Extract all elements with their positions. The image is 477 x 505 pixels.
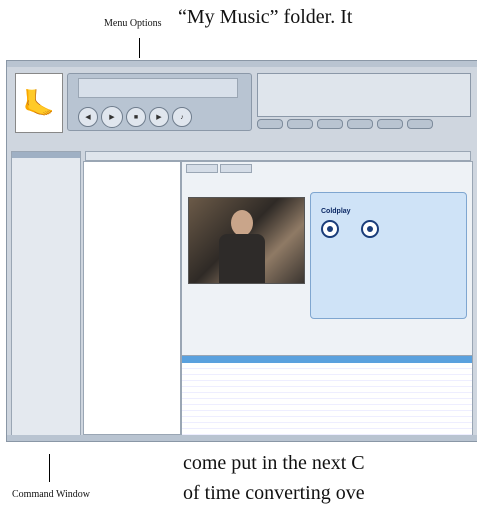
next-button[interactable]: ▶ — [149, 107, 169, 127]
play-icon: ▶ — [109, 114, 115, 121]
sidebar-item[interactable] — [12, 176, 80, 181]
queue-button[interactable] — [407, 119, 433, 129]
queue-button[interactable] — [287, 119, 313, 129]
track-list — [181, 355, 473, 435]
content-tab[interactable] — [220, 164, 252, 173]
radio-option[interactable] — [321, 220, 339, 238]
play-button[interactable]: ▶ — [101, 106, 123, 128]
document-bottom-line-2: of time converting ove — [183, 482, 365, 504]
toolbar[interactable] — [85, 141, 471, 149]
queue-buttons — [257, 119, 433, 129]
document-top-text: “My Music” folder. It — [178, 6, 353, 28]
artist-options — [321, 220, 379, 238]
queue-item[interactable] — [258, 99, 470, 104]
sidebar-item[interactable] — [12, 278, 80, 283]
menu-options-line — [139, 38, 140, 58]
previous-button[interactable]: ◀ — [78, 107, 98, 127]
queue-button[interactable] — [377, 119, 403, 129]
previous-icon: ◀ — [85, 114, 91, 121]
next-icon: ▶ — [156, 114, 162, 121]
sidebar-item[interactable] — [12, 242, 80, 247]
volume-button[interactable]: ♪ — [172, 107, 192, 127]
sidebar-item[interactable] — [12, 209, 80, 214]
tree-item[interactable] — [84, 307, 180, 312]
queue-button[interactable] — [257, 119, 283, 129]
library-tree — [83, 161, 181, 435]
video-figure-body — [219, 234, 265, 283]
radio-dot — [367, 226, 373, 232]
sidebar-header — [12, 152, 80, 158]
radio-dot — [327, 226, 333, 232]
now-playing-display — [78, 78, 238, 98]
track-list-header — [182, 356, 472, 363]
media-player-window: 🦶 ◀ ▶ ■ ▶ ♪ Coldplay — [6, 60, 477, 442]
queue-button[interactable] — [317, 119, 343, 129]
menu-options-label: Menu Options — [104, 18, 162, 29]
sidebar — [11, 151, 81, 438]
radio-option[interactable] — [361, 220, 379, 238]
command-window-line — [49, 454, 50, 482]
content-tabs — [186, 164, 252, 173]
artist-name: Coldplay — [321, 208, 351, 215]
music-video-frame[interactable] — [188, 197, 305, 284]
play-queue — [257, 73, 471, 117]
video-figure-head — [231, 210, 253, 236]
player-panel: ◀ ▶ ■ ▶ ♪ — [67, 73, 252, 131]
command-window-label: Command Window — [12, 489, 91, 500]
stop-button[interactable]: ■ — [126, 107, 146, 127]
artist-content-panel: Coldplay — [181, 161, 473, 358]
album-art-icon: 🦶 — [22, 87, 56, 118]
status-bar — [7, 435, 477, 441]
queue-button[interactable] — [347, 119, 373, 129]
transport-controls: ◀ ▶ ■ ▶ ♪ — [78, 106, 192, 128]
volume-icon: ♪ — [180, 113, 184, 121]
stop-icon: ■ — [133, 113, 139, 121]
artist-panel: Coldplay — [310, 192, 467, 319]
document-bottom-line-1: come put in the next C — [183, 452, 365, 474]
album-art: 🦶 — [15, 73, 63, 133]
content-tab[interactable] — [186, 164, 218, 173]
search-bar[interactable] — [85, 151, 471, 161]
sidebar-item[interactable] — [12, 260, 80, 265]
